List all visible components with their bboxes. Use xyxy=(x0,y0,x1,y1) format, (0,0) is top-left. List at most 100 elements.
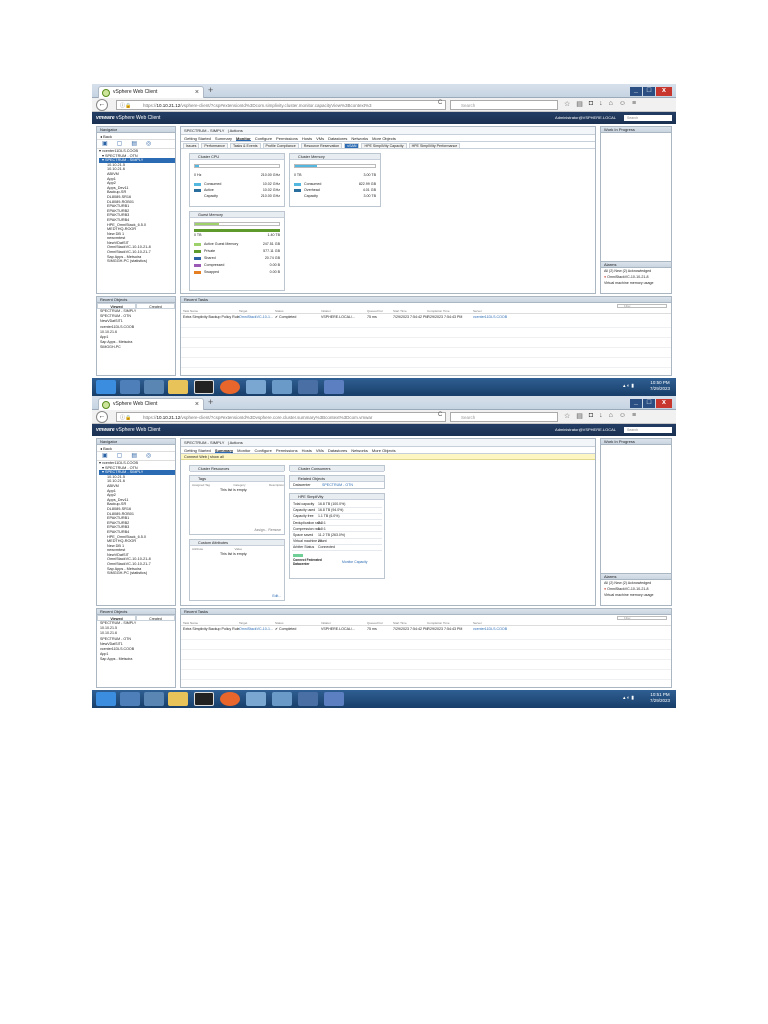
start-icon[interactable] xyxy=(96,380,116,394)
pocket-icon[interactable]: ◘ xyxy=(589,100,593,108)
remote-desktop-icon[interactable] xyxy=(246,380,266,394)
url-bar[interactable]: ⓘ🔒 https://10.10.21.12/vsphere-client/?cs… xyxy=(116,412,446,422)
networking-icon[interactable]: ◎ xyxy=(146,452,151,460)
tab-summary[interactable]: Summary xyxy=(214,447,234,453)
tab-hosts[interactable]: Hosts xyxy=(302,447,312,453)
explorer-icon[interactable] xyxy=(168,692,188,706)
hosts-clusters-icon[interactable]: ▣ xyxy=(102,452,108,460)
connect-banner[interactable]: Connect Web | show all xyxy=(181,454,595,460)
user-menu[interactable]: Administrator@VSPHERE.LOCAL xyxy=(555,424,616,436)
network-icon[interactable] xyxy=(272,380,292,394)
back-button[interactable]: ← xyxy=(96,411,108,423)
download-icon[interactable]: ↓ xyxy=(599,100,603,108)
subtab-hpe-simplivity-performance[interactable]: HPE SimpliVity Performance xyxy=(408,142,461,149)
tab-vms[interactable]: VMs xyxy=(316,135,324,141)
tools-icon[interactable] xyxy=(298,380,318,394)
networking-icon[interactable]: ◎ xyxy=(146,140,151,148)
system-tray-icons[interactable]: ▴ ◐ ▮ xyxy=(623,695,634,701)
tab-summary[interactable]: Summary xyxy=(215,135,232,141)
subtab-issues[interactable]: Issues xyxy=(183,142,200,149)
subtab-resource-reservation[interactable]: Resource Reservation xyxy=(300,142,343,149)
firefox-icon[interactable] xyxy=(220,380,240,394)
tree-item[interactable]: SIMGGH-PC (statistics) xyxy=(99,571,175,576)
reload-icon[interactable]: C xyxy=(438,412,442,418)
hosts-clusters-icon[interactable]: ▣ xyxy=(102,140,108,148)
table-row[interactable]: Extra Simplivity Backup Policy Rule OmniS… xyxy=(181,626,671,632)
tools-icon[interactable] xyxy=(298,692,318,706)
tab-monitor[interactable]: Monitor xyxy=(237,447,250,453)
tab-configure[interactable]: Configure xyxy=(255,135,272,141)
tab-permissions[interactable]: Permissions xyxy=(276,447,298,453)
global-search-input[interactable]: Search xyxy=(624,427,672,433)
tab-datastores[interactable]: Datastores xyxy=(328,447,347,453)
assign-tag-link[interactable]: Assign... Remove xyxy=(254,528,281,532)
tab-more-objects[interactable]: More Objects xyxy=(372,447,396,453)
maximize-icon[interactable]: □ xyxy=(643,399,655,408)
back-button[interactable]: ← xyxy=(96,99,108,111)
subtab-performance[interactable]: Performance xyxy=(201,142,228,149)
vsphere-client-icon[interactable] xyxy=(324,380,344,394)
browser-tab[interactable]: vSphere Web Client × xyxy=(98,398,204,410)
server-manager-icon[interactable] xyxy=(120,692,140,706)
tree-item[interactable]: SIMGGH-PC (statistics) xyxy=(99,259,175,264)
tab-monitor[interactable]: Monitor xyxy=(236,135,251,141)
menu-icon[interactable]: ≡ xyxy=(632,100,636,108)
tab-networks[interactable]: Networks xyxy=(351,447,368,453)
new-tab-icon[interactable]: + xyxy=(208,85,213,95)
browser-search-input[interactable]: Search xyxy=(450,100,558,110)
clock[interactable]: 10:50 PM 7/29/2023 xyxy=(650,380,670,392)
task-filter-input[interactable]: Filter xyxy=(617,304,667,308)
tab-networks[interactable]: Networks xyxy=(351,135,368,141)
tab-created[interactable]: Created xyxy=(136,615,175,621)
subtab-vsan[interactable]: vSAN xyxy=(344,142,360,149)
url-bar[interactable]: ⓘ🔒 https://10.10.21.12/vsphere-client/?cs… xyxy=(116,100,446,110)
tab-permissions[interactable]: Permissions xyxy=(276,135,298,141)
list-item[interactable]: SIMGGH-PC xyxy=(97,345,175,350)
user-menu[interactable]: Administrator@VSPHERE.LOCAL xyxy=(555,112,616,124)
minimize-icon[interactable]: _ xyxy=(630,87,642,96)
close-tab-icon[interactable]: × xyxy=(195,399,199,410)
table-row[interactable]: Extra Simplivity Backup Policy Rule OmniS… xyxy=(181,314,671,320)
storage-icon[interactable]: ▤ xyxy=(131,140,137,148)
start-icon[interactable] xyxy=(96,692,116,706)
sync-icon[interactable]: ☺ xyxy=(619,412,626,420)
minimize-icon[interactable]: _ xyxy=(630,399,642,408)
7zip-icon[interactable] xyxy=(194,692,214,706)
star-icon[interactable]: ☆ xyxy=(564,100,570,108)
powershell-icon[interactable] xyxy=(144,692,164,706)
subtab-tasks-events[interactable]: Tasks & Events xyxy=(229,142,261,149)
actions-menu[interactable]: Actions xyxy=(230,128,243,133)
subtab-profile-compliance[interactable]: Profile Compliance xyxy=(262,142,299,149)
subtab-hpe-simplivity-capacity[interactable]: HPE SimpliVity Capacity xyxy=(361,142,407,149)
firefox-icon[interactable] xyxy=(220,692,240,706)
network-icon[interactable] xyxy=(272,692,292,706)
vms-templates-icon[interactable]: ▢ xyxy=(117,140,123,148)
global-search-input[interactable]: Search xyxy=(624,115,672,121)
reload-icon[interactable]: C xyxy=(438,100,442,106)
menu-icon[interactable]: ≡ xyxy=(632,412,636,420)
sync-icon[interactable]: ☺ xyxy=(619,100,626,108)
tab-getting-started[interactable]: Getting Started xyxy=(184,135,211,141)
server-manager-icon[interactable] xyxy=(120,380,140,394)
clock[interactable]: 10:51 PM 7/29/2023 xyxy=(650,692,670,704)
tab-hosts[interactable]: Hosts xyxy=(302,135,312,141)
close-window-icon[interactable]: x xyxy=(656,87,672,96)
pocket-icon[interactable]: ◘ xyxy=(589,412,593,420)
7zip-icon[interactable] xyxy=(194,380,214,394)
star-icon[interactable]: ☆ xyxy=(564,412,570,420)
tab-datastores[interactable]: Datastores xyxy=(328,135,347,141)
home-icon[interactable]: ⌂ xyxy=(609,100,613,108)
related-datacenter-link[interactable]: SPECTRUM - OTN xyxy=(322,483,353,487)
vms-templates-icon[interactable]: ▢ xyxy=(117,452,123,460)
storage-icon[interactable]: ▤ xyxy=(131,452,137,460)
maximize-icon[interactable]: □ xyxy=(643,87,655,96)
edit-attributes-link[interactable]: Edit... xyxy=(272,594,281,598)
tab-created[interactable]: Created xyxy=(136,303,175,309)
browser-tab[interactable]: vSphere Web Client × xyxy=(98,86,204,98)
reader-icon[interactable]: ▤ xyxy=(576,412,583,420)
new-tab-icon[interactable]: + xyxy=(208,397,213,407)
actions-menu[interactable]: Actions xyxy=(230,440,243,445)
explorer-icon[interactable] xyxy=(168,380,188,394)
reader-icon[interactable]: ▤ xyxy=(576,100,583,108)
remote-desktop-icon[interactable] xyxy=(246,692,266,706)
